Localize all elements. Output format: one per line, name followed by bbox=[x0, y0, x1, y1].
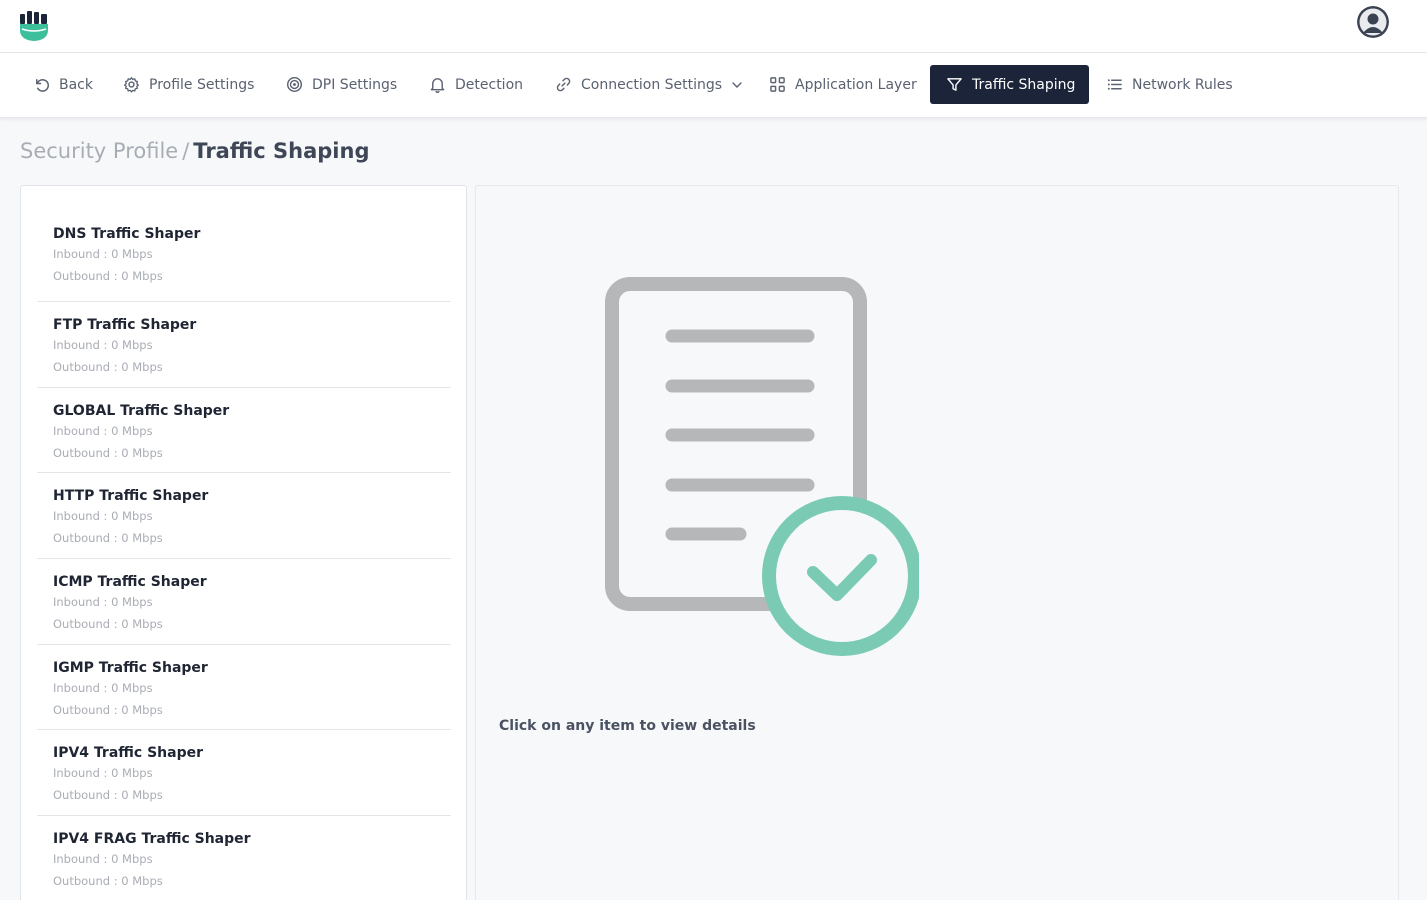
traffic-shaping-label: Traffic Shaping bbox=[972, 76, 1076, 93]
tab-dpi-settings[interactable]: DPI Settings bbox=[286, 65, 397, 104]
gear-icon bbox=[124, 77, 139, 93]
shaper-outbound: Outbound : 0 Mbps bbox=[53, 874, 163, 889]
shaper-outbound: Outbound : 0 Mbps bbox=[53, 702, 163, 717]
shaper-inbound: Inbound : 0 Mbps bbox=[53, 595, 153, 610]
breadcrumb-parent[interactable]: Security Profile bbox=[20, 139, 178, 163]
link-icon bbox=[556, 77, 571, 92]
shaper-name: HTTP Traffic Shaper bbox=[53, 488, 209, 505]
profile-settings-label: Profile Settings bbox=[149, 76, 255, 93]
breadcrumb-separator: / bbox=[182, 139, 190, 163]
list-item[interactable]: IGMP Traffic Shaper Inbound : 0 Mbps Out… bbox=[37, 645, 451, 731]
chevron-down-icon bbox=[732, 81, 742, 88]
document-check-icon bbox=[605, 277, 919, 656]
shaper-name: GLOBAL Traffic Shaper bbox=[53, 402, 230, 419]
detail-panel: Click on any item to view details bbox=[475, 185, 1399, 900]
shaper-name: ICMP Traffic Shaper bbox=[53, 574, 207, 591]
list-icon bbox=[1107, 79, 1122, 90]
grid-icon bbox=[770, 77, 785, 92]
tab-traffic-shaping[interactable]: Traffic Shaping bbox=[930, 65, 1090, 104]
filter-icon bbox=[947, 78, 962, 91]
traffic-shaper-list-panel: DNS Traffic Shaper Inbound : 0 Mbps Outb… bbox=[20, 185, 467, 900]
shaper-outbound: Outbound : 0 Mbps bbox=[53, 269, 163, 283]
tab-profile-settings[interactable]: Profile Settings bbox=[123, 65, 254, 104]
shaper-inbound: Inbound : 0 Mbps bbox=[53, 766, 153, 781]
list-item[interactable]: HTTP Traffic Shaper Inbound : 0 Mbps Out… bbox=[37, 473, 451, 560]
user-avatar-icon[interactable] bbox=[1357, 6, 1389, 38]
tab-network-rules[interactable]: Network Rules bbox=[1106, 65, 1233, 104]
shaper-name: IPV4 FRAG Traffic Shaper bbox=[53, 831, 251, 848]
connection-settings-label: Connection Settings bbox=[581, 76, 723, 93]
shaper-name: FTP Traffic Shaper bbox=[53, 317, 197, 333]
undo-icon bbox=[36, 79, 49, 92]
shaper-inbound: Inbound : 0 Mbps bbox=[53, 338, 153, 352]
profile-nav-bar: Back Profile Settings DPI Settings Detec… bbox=[0, 53, 1427, 118]
shaper-inbound: Inbound : 0 Mbps bbox=[53, 423, 153, 438]
tab-detection[interactable]: Detection bbox=[429, 65, 523, 104]
shaper-outbound: Outbound : 0 Mbps bbox=[53, 360, 163, 374]
breadcrumb: Security Profile / Traffic Shaping bbox=[20, 139, 369, 163]
page-title: Traffic Shaping bbox=[193, 139, 370, 163]
shaper-inbound: Inbound : 0 Mbps bbox=[53, 247, 153, 261]
list-item[interactable]: GLOBAL Traffic Shaper Inbound : 0 Mbps O… bbox=[37, 388, 451, 474]
shaper-inbound: Inbound : 0 Mbps bbox=[53, 680, 153, 695]
tab-connection-settings[interactable]: Connection Settings bbox=[555, 65, 743, 104]
target-icon bbox=[286, 76, 303, 93]
shaper-name: DNS Traffic Shaper bbox=[53, 226, 201, 242]
shaper-outbound: Outbound : 0 Mbps bbox=[53, 531, 163, 546]
shaper-name: IPV4 Traffic Shaper bbox=[53, 745, 203, 762]
shaper-inbound: Inbound : 0 Mbps bbox=[53, 509, 153, 524]
shaper-outbound: Outbound : 0 Mbps bbox=[53, 617, 163, 632]
traffic-shaper-list: DNS Traffic Shaper Inbound : 0 Mbps Outb… bbox=[37, 210, 451, 900]
application-layer-label: Application Layer bbox=[795, 76, 917, 93]
list-item[interactable]: DNS Traffic Shaper Inbound : 0 Mbps Outb… bbox=[37, 210, 451, 302]
bell-icon bbox=[430, 78, 445, 93]
shaper-inbound: Inbound : 0 Mbps bbox=[53, 852, 153, 867]
list-item[interactable]: ICMP Traffic Shaper Inbound : 0 Mbps Out… bbox=[37, 559, 451, 645]
list-item[interactable]: FTP Traffic Shaper Inbound : 0 Mbps Outb… bbox=[37, 302, 451, 388]
list-item[interactable]: IPV4 FRAG Traffic Shaper Inbound : 0 Mbp… bbox=[37, 816, 451, 900]
detection-label: Detection bbox=[455, 76, 524, 93]
fist-shield-logo[interactable] bbox=[19, 10, 49, 42]
list-item[interactable]: IPV4 Traffic Shaper Inbound : 0 Mbps Out… bbox=[37, 730, 451, 817]
top-bar bbox=[0, 0, 1427, 53]
back-label: Back bbox=[59, 76, 93, 93]
shaper-name: IGMP Traffic Shaper bbox=[53, 659, 208, 676]
network-rules-label: Network Rules bbox=[1132, 76, 1233, 93]
back-button[interactable]: Back bbox=[33, 65, 93, 104]
shaper-outbound: Outbound : 0 Mbps bbox=[53, 445, 163, 460]
empty-state-hint: Click on any item to view details bbox=[499, 718, 756, 734]
dpi-settings-label: DPI Settings bbox=[312, 76, 398, 93]
tab-application-layer[interactable]: Application Layer bbox=[769, 65, 917, 104]
shaper-outbound: Outbound : 0 Mbps bbox=[53, 788, 163, 803]
